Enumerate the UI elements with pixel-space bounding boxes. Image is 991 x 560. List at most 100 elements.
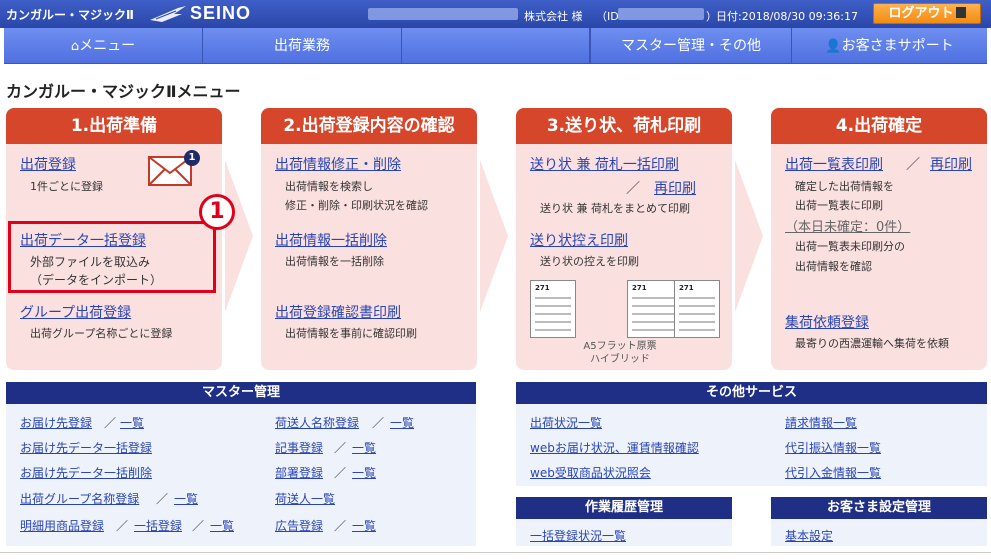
edit-delete-link[interactable]: 出荷情報修正・削除 bbox=[275, 154, 401, 174]
slash-separator: ／ bbox=[906, 157, 920, 173]
ad-register-link[interactable]: 広告登録 bbox=[275, 517, 323, 534]
page-title: カンガルー・マジックⅡメニュー bbox=[6, 82, 241, 101]
nav-shipping-label: 出荷業務 bbox=[274, 38, 330, 54]
shipment-register-desc: 1件ごとに登録 bbox=[30, 180, 103, 193]
cod-transfer-link[interactable]: 代引振込情報一覧 bbox=[785, 439, 881, 456]
copy-print-desc: 送り状の控えを印刷 bbox=[540, 255, 639, 268]
brand-bird-icon bbox=[150, 6, 186, 22]
label-reprint-link[interactable]: 再印刷 bbox=[654, 178, 696, 198]
label-print-link[interactable]: 送り状 兼 荷札一括印刷 bbox=[530, 154, 679, 174]
step-marker: 1 bbox=[199, 194, 235, 230]
cod-deposit-link[interactable]: 代引入金情報一覧 bbox=[785, 464, 881, 481]
nav-support-label: お客さまサポート bbox=[841, 38, 954, 54]
sample-number: 271 bbox=[535, 284, 550, 292]
unprinted-desc1: 出荷一覧表未印刷分の bbox=[795, 240, 905, 253]
door-icon bbox=[955, 7, 966, 18]
caption-line1: A5フラット原票 bbox=[583, 341, 657, 352]
slash-separator: ／ bbox=[334, 441, 347, 455]
step4-title: 4.出荷確定 bbox=[771, 108, 987, 144]
other-section-title: その他サービス bbox=[516, 382, 987, 404]
sample-number: 271 bbox=[679, 284, 694, 292]
dest-bulk-register-link[interactable]: お届け先データ一括登録 bbox=[20, 439, 152, 456]
master-section-title: マスター管理 bbox=[6, 382, 476, 404]
billing-info-link[interactable]: 請求情報一覧 bbox=[785, 414, 857, 431]
dept-list-link[interactable]: 一覧 bbox=[352, 464, 376, 481]
logout-button[interactable]: ログアウト bbox=[873, 3, 981, 24]
notification-badge: 1 bbox=[184, 150, 200, 166]
shipper-name-register-link[interactable]: 荷送人名称登録 bbox=[275, 414, 359, 431]
home-icon: ⌂ bbox=[70, 39, 80, 54]
slash-separator: ／ bbox=[156, 492, 169, 506]
web-receipt-status-link[interactable]: web受取商品状況照会 bbox=[530, 464, 651, 481]
shipment-list-print-link[interactable]: 出荷一覧表印刷 bbox=[785, 154, 883, 174]
list-reprint-link[interactable]: 再印刷 bbox=[930, 154, 972, 174]
bulk-register-desc1: 外部ファイルを取込み bbox=[30, 255, 151, 269]
blurred-company-name bbox=[368, 8, 518, 20]
copy-print-link[interactable]: 送り状控え印刷 bbox=[530, 230, 628, 250]
slash-separator: ／ bbox=[626, 181, 640, 197]
confirm-print-link[interactable]: 出荷登録確認書印刷 bbox=[275, 302, 401, 322]
basic-settings-link[interactable]: 基本設定 bbox=[785, 527, 833, 544]
label-sample-image: 271 bbox=[674, 280, 720, 338]
logout-label: ログアウト bbox=[888, 6, 954, 21]
confirm-print-desc: 出荷情報を事前に確認印刷 bbox=[285, 327, 417, 340]
step3-title: 3.送り状、荷札印刷 bbox=[516, 108, 732, 144]
bulk-delete-desc: 出荷情報を一括削除 bbox=[285, 255, 384, 268]
bulk-register-link[interactable]: 出荷データ一括登録 bbox=[20, 230, 146, 250]
main-nav: ⌂メニュー 出荷業務 マスター管理・その他 👤お客さまサポート bbox=[4, 28, 987, 64]
nav-master[interactable]: マスター管理・その他 bbox=[590, 28, 792, 64]
detail-item-bulk-link[interactable]: 一括登録 bbox=[134, 517, 182, 534]
group-register-desc: 出荷グループ名称ごとに登録 bbox=[30, 327, 173, 340]
shipment-register-link[interactable]: 出荷登録 bbox=[20, 154, 76, 174]
group-register-link[interactable]: グループ出荷登録 bbox=[20, 302, 131, 322]
shipper-name-list-link[interactable]: 一覧 bbox=[390, 414, 414, 431]
blurred-user-id bbox=[618, 8, 704, 20]
bulk-register-desc2: （データをインポート） bbox=[30, 273, 163, 287]
history-section-title: 作業履歴管理 bbox=[516, 497, 732, 519]
label-sample-image: 271 bbox=[530, 280, 576, 338]
article-list-link[interactable]: 一覧 bbox=[352, 439, 376, 456]
unprinted-desc2: 出荷情報を確認 bbox=[795, 260, 872, 273]
shipment-status-link[interactable]: 出荷状況一覧 bbox=[530, 414, 602, 431]
settings-section-title: お客さま設定管理 bbox=[771, 497, 987, 519]
caption-line2: ハイブリッド bbox=[590, 354, 650, 365]
company-suffix: 株式会社 様 bbox=[524, 10, 583, 23]
brand-logo: SEINO bbox=[190, 3, 252, 23]
slash-separator: ／ bbox=[334, 466, 347, 480]
bulk-status-link[interactable]: 一括登録状況一覧 bbox=[530, 527, 626, 544]
detail-item-register-link[interactable]: 明細用商品登録 bbox=[20, 517, 104, 534]
detail-item-list-link[interactable]: 一覧 bbox=[210, 517, 234, 534]
slash-separator: ／ bbox=[372, 416, 385, 430]
slash-separator: ／ bbox=[104, 416, 117, 430]
web-delivery-status-link[interactable]: webお届け状況、運賃情報確認 bbox=[530, 439, 699, 456]
label-sample-image: 271 bbox=[627, 280, 679, 338]
shipper-list-link[interactable]: 荷送人一覧 bbox=[275, 490, 335, 507]
sample-number: 271 bbox=[632, 284, 647, 292]
dest-list-link[interactable]: 一覧 bbox=[120, 414, 144, 431]
dept-register-link[interactable]: 部署登録 bbox=[275, 464, 323, 481]
group-name-register-link[interactable]: 出荷グループ名称登録 bbox=[20, 490, 139, 507]
pickup-request-link[interactable]: 集荷依頼登録 bbox=[785, 312, 869, 332]
step2-title: 2.出荷登録内容の確認 bbox=[261, 108, 477, 144]
ad-list-link[interactable]: 一覧 bbox=[352, 517, 376, 534]
group-list-link[interactable]: 一覧 bbox=[174, 490, 198, 507]
dest-bulk-delete-link[interactable]: お届け先データ一括削除 bbox=[20, 464, 152, 481]
top-header: カンガルー・マジックⅡ SEINO 株式会社 様 （ID ） 日付:2018/0… bbox=[0, 0, 991, 28]
nav-shipping[interactable]: 出荷業務 bbox=[203, 28, 402, 64]
list-print-desc1: 確定した出荷情報を bbox=[795, 180, 894, 193]
step-arrow bbox=[735, 160, 763, 312]
slash-separator: ／ bbox=[192, 519, 205, 533]
label-sample-caption: A5フラット原票 ハイブリッド bbox=[560, 340, 680, 366]
step-arrow bbox=[480, 160, 508, 312]
nav-menu[interactable]: ⌂メニュー bbox=[4, 28, 203, 64]
app-name: カンガルー・マジックⅡ bbox=[6, 8, 134, 22]
article-register-link[interactable]: 記事登録 bbox=[275, 439, 323, 456]
step-arrow bbox=[225, 160, 253, 312]
dest-register-link[interactable]: お届け先登録 bbox=[20, 414, 92, 431]
nav-support[interactable]: 👤お客さまサポート bbox=[792, 28, 987, 64]
edit-delete-desc1: 出荷情報を検索し bbox=[285, 180, 373, 193]
bulk-delete-link[interactable]: 出荷情報一括削除 bbox=[275, 230, 387, 250]
nav-menu-label: メニュー bbox=[79, 38, 136, 54]
nav-master-label: マスター管理・その他 bbox=[621, 38, 761, 54]
unconfirmed-count-link[interactable]: （本日未確定：0件） bbox=[785, 216, 910, 235]
